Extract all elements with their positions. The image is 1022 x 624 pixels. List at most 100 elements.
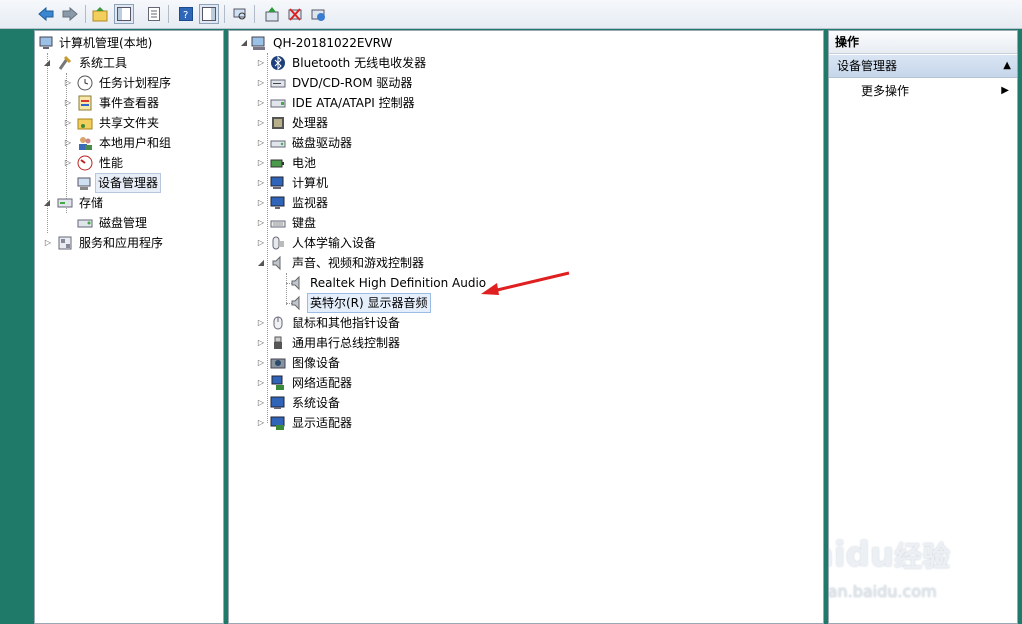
forward-icon[interactable] bbox=[60, 4, 80, 24]
device-category-label: Bluetooth 无线电收发器 bbox=[292, 56, 427, 70]
toolbar: ? bbox=[0, 0, 1022, 29]
expand-arrow-icon[interactable]: ▷ bbox=[63, 133, 73, 153]
tree-label: 共享文件夹 bbox=[99, 116, 160, 130]
scan-hardware-icon[interactable] bbox=[230, 4, 250, 24]
annotation-arrow bbox=[481, 271, 570, 295]
hid-icon bbox=[270, 235, 286, 251]
watermark-brand-c: 经验 bbox=[894, 540, 951, 573]
network-adapter-icon bbox=[270, 375, 286, 391]
expand-arrow-icon[interactable]: ▷ bbox=[63, 93, 73, 113]
expand-arrow-icon[interactable]: ▷ bbox=[256, 153, 266, 173]
device-category-label: 显示适配器 bbox=[292, 416, 353, 430]
tree-label: 设备管理器 bbox=[95, 173, 162, 193]
mouse-icon bbox=[270, 315, 286, 331]
expand-arrow-icon[interactable]: ▷ bbox=[256, 53, 266, 73]
tree-label: 系统工具 bbox=[79, 56, 128, 70]
bluetooth-icon bbox=[270, 55, 286, 71]
action-section-device-manager[interactable]: 设备管理器 ▲ bbox=[829, 55, 1017, 78]
collapse-up-icon[interactable]: ▲ bbox=[1003, 55, 1011, 77]
battery-icon bbox=[270, 155, 286, 171]
expand-arrow-icon[interactable]: ▷ bbox=[256, 413, 266, 433]
device-category-label: DVD/CD-ROM 驱动器 bbox=[292, 76, 413, 90]
device-manager-icon bbox=[77, 175, 93, 191]
computer-icon bbox=[270, 175, 286, 191]
expand-arrow-icon[interactable]: ▷ bbox=[256, 193, 266, 213]
watermark-brand-b: du bbox=[845, 535, 895, 575]
device-category-label: 人体学输入设备 bbox=[292, 236, 377, 250]
expand-arrow-icon[interactable]: ▷ bbox=[63, 113, 73, 133]
update-driver-icon[interactable] bbox=[262, 4, 282, 24]
expand-arrow-icon[interactable]: ▷ bbox=[256, 333, 266, 353]
clock-icon bbox=[77, 75, 93, 91]
usb-icon bbox=[270, 335, 286, 351]
disk-management-icon bbox=[77, 215, 93, 231]
expand-arrow-icon[interactable]: ▷ bbox=[63, 153, 73, 173]
display-adapter-icon bbox=[270, 415, 286, 431]
expand-arrow-icon[interactable]: ▷ bbox=[43, 233, 53, 253]
device-category-label: 电池 bbox=[292, 156, 317, 170]
computer-management-icon bbox=[39, 35, 55, 51]
expand-arrow-icon[interactable]: ▷ bbox=[256, 73, 266, 93]
expand-arrow-icon[interactable]: ▷ bbox=[256, 173, 266, 193]
device-label: Realtek High Definition Audio bbox=[310, 276, 487, 290]
collapse-arrow-icon[interactable]: ◢ bbox=[42, 53, 52, 73]
monitor-icon bbox=[270, 195, 286, 211]
tree-label: 事件查看器 bbox=[99, 96, 160, 110]
ide-controller-icon bbox=[270, 95, 286, 111]
device-category-label: 监视器 bbox=[292, 196, 329, 210]
show-hide-action-pane-icon[interactable] bbox=[199, 4, 219, 24]
collapse-arrow-icon[interactable]: ◢ bbox=[256, 253, 266, 273]
collapse-arrow-icon[interactable]: ◢ bbox=[42, 193, 52, 213]
more-actions-label: 更多操作 bbox=[861, 84, 910, 98]
expand-arrow-icon[interactable]: ▷ bbox=[256, 353, 266, 373]
keyboard-icon bbox=[270, 215, 286, 231]
device-category-label: 处理器 bbox=[292, 116, 329, 130]
speaker-icon bbox=[270, 255, 286, 271]
more-actions-item[interactable]: 更多操作 bbox=[861, 81, 909, 101]
properties-icon[interactable] bbox=[144, 4, 164, 24]
help-icon[interactable]: ? bbox=[176, 4, 196, 24]
tools-icon bbox=[57, 55, 73, 71]
expand-arrow-icon[interactable]: ▷ bbox=[256, 113, 266, 133]
show-hide-tree-icon[interactable] bbox=[114, 4, 134, 24]
storage-icon bbox=[57, 195, 73, 211]
tree-label: 任务计划程序 bbox=[99, 76, 172, 90]
expand-arrow-icon[interactable]: ▷ bbox=[256, 213, 266, 233]
disk-drive-icon bbox=[270, 135, 286, 151]
disable-device-icon[interactable] bbox=[285, 4, 305, 24]
device-category-label: 键盘 bbox=[292, 216, 317, 230]
device-tree-pane: ◢ QH-20181022EVRW ▷ Bluetooth 无线电收发器 ▷ DVD/… bbox=[228, 30, 824, 624]
submenu-arrow-icon[interactable]: ▶ bbox=[1001, 81, 1009, 101]
speaker-icon bbox=[289, 275, 305, 291]
expand-arrow-icon[interactable]: ▷ bbox=[256, 93, 266, 113]
navigation-tree-pane: 计算机管理(本地) ◢ 系统工具 ▷ 任务计划程序 ▷ 事件查看器 ▷ 共享文件… bbox=[34, 30, 224, 624]
tree-label: 服务和应用程序 bbox=[79, 236, 164, 250]
device-category-label: 网络适配器 bbox=[292, 376, 353, 390]
expand-arrow-icon[interactable]: ▷ bbox=[256, 133, 266, 153]
expand-arrow-icon[interactable]: ▷ bbox=[256, 313, 266, 333]
expand-arrow-icon[interactable]: ▷ bbox=[256, 393, 266, 413]
tree-label: 本地用户和组 bbox=[99, 136, 172, 150]
device-category-label: 计算机 bbox=[292, 176, 329, 190]
collapse-arrow-icon[interactable]: ◢ bbox=[239, 33, 249, 53]
watermark-brand-a: Bai bbox=[829, 535, 846, 575]
back-icon[interactable] bbox=[36, 4, 56, 24]
device-category-label: 鼠标和其他指针设备 bbox=[292, 316, 401, 330]
device-category-label: 通用串行总线控制器 bbox=[292, 336, 401, 350]
tree-label: 存储 bbox=[79, 196, 104, 210]
processor-icon bbox=[270, 115, 286, 131]
expand-arrow-icon[interactable]: ▷ bbox=[256, 233, 266, 253]
users-icon bbox=[77, 135, 93, 151]
device-category-label: 声音、视频和游戏控制器 bbox=[292, 256, 425, 270]
camera-icon bbox=[270, 355, 286, 371]
event-viewer-icon bbox=[77, 95, 93, 111]
expand-arrow-icon[interactable]: ▷ bbox=[256, 373, 266, 393]
watermark-url: jingyan.baidu.com bbox=[828, 582, 937, 601]
section-label: 设备管理器 bbox=[837, 59, 898, 73]
dvd-drive-icon bbox=[270, 75, 286, 91]
device-label: 英特尔(R) 显示器音频 bbox=[307, 293, 431, 313]
expand-arrow-icon[interactable]: ▷ bbox=[63, 73, 73, 93]
uninstall-device-icon[interactable] bbox=[308, 4, 328, 24]
device-category-label: IDE ATA/ATAPI 控制器 bbox=[292, 96, 415, 110]
up-folder-icon[interactable] bbox=[90, 4, 110, 24]
